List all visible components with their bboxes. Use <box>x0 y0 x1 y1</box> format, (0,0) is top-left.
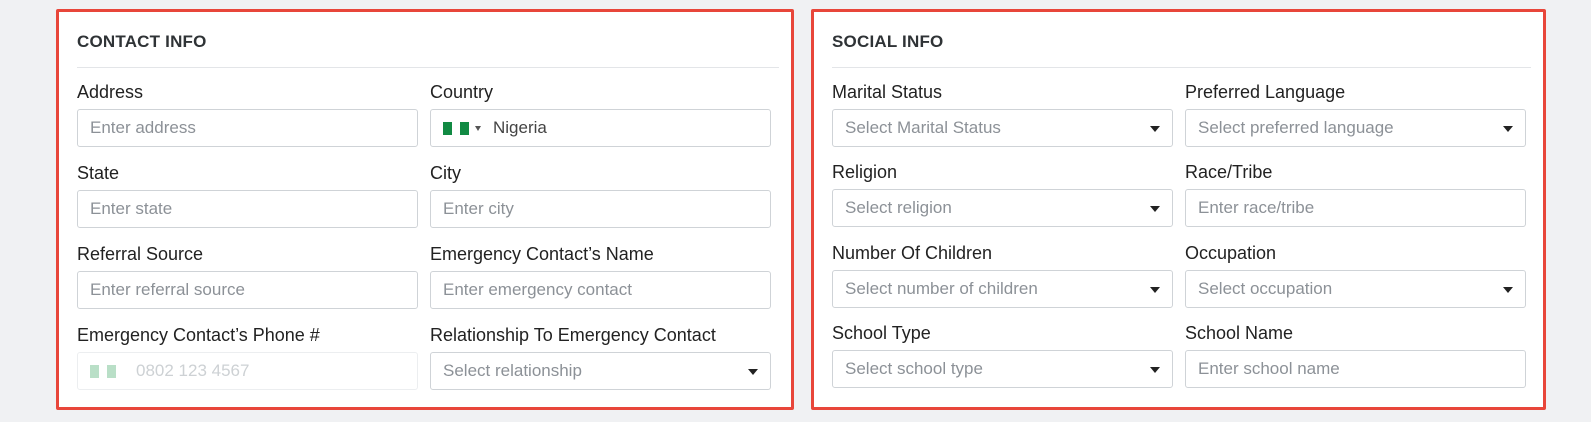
preferred-language-field: Preferred Language Select preferred lang… <box>1185 81 1526 147</box>
school-type-placeholder: Select school type <box>845 359 983 378</box>
chevron-down-icon[interactable] <box>1150 126 1160 132</box>
marital-status-field: Marital Status Select Marital Status <box>832 81 1173 147</box>
country-field: Country Nigeria <box>430 81 771 147</box>
chevron-down-icon[interactable] <box>1150 287 1160 293</box>
school-type-field: School Type Select school type <box>832 322 1173 388</box>
school-name-input[interactable]: Enter school name <box>1185 350 1526 388</box>
relationship-label: Relationship To Emergency Contact <box>430 325 716 345</box>
race-tribe-placeholder: Enter race/tribe <box>1198 198 1315 217</box>
emergency-contact-name-input[interactable]: Enter emergency contact <box>430 271 771 309</box>
chevron-down-icon[interactable] <box>1503 287 1513 293</box>
relationship-select[interactable]: Select relationship <box>430 352 771 390</box>
preferred-language-label: Preferred Language <box>1185 82 1346 102</box>
referral-source-field: Referral Source Enter referral source <box>77 243 418 309</box>
divider <box>832 67 1531 68</box>
chevron-down-icon[interactable] <box>748 369 758 375</box>
country-value: Nigeria <box>493 118 547 137</box>
marital-status-placeholder: Select Marital Status <box>845 118 1001 137</box>
address-label: Address <box>77 82 144 102</box>
city-label: City <box>430 163 461 183</box>
social-info-panel: SOCIAL INFO Marital Status Select Marita… <box>811 9 1546 410</box>
religion-select[interactable]: Select religion <box>832 189 1173 227</box>
state-field: State Enter state <box>77 162 418 228</box>
referral-source-input[interactable]: Enter referral source <box>77 271 418 309</box>
state-placeholder: Enter state <box>90 199 173 218</box>
chevron-down-icon[interactable] <box>1150 206 1160 212</box>
nigeria-flag-icon <box>90 364 117 378</box>
number-of-children-label: Number Of Children <box>832 243 993 263</box>
address-field: Address Enter address <box>77 81 418 147</box>
city-field: City Enter city <box>430 162 771 228</box>
country-label: Country <box>430 82 494 102</box>
city-input[interactable]: Enter city <box>430 190 771 228</box>
referral-source-label: Referral Source <box>77 244 204 264</box>
nigeria-flag-icon[interactable] <box>443 121 470 135</box>
preferred-language-select[interactable]: Select preferred language <box>1185 109 1526 147</box>
state-label: State <box>77 163 120 183</box>
emergency-contact-phone-field: Emergency Contact’s Phone # 0802 123 456… <box>77 324 418 390</box>
state-input[interactable]: Enter state <box>77 190 418 228</box>
race-tribe-label: Race/Tribe <box>1185 162 1273 182</box>
contact-info-panel: CONTACT INFO Address Enter address Count… <box>56 9 794 410</box>
contact-info-title: CONTACT INFO <box>77 32 207 51</box>
referral-source-placeholder: Enter referral source <box>90 280 245 299</box>
school-name-field: School Name Enter school name <box>1185 322 1526 388</box>
emergency-contact-phone-input[interactable]: 0802 123 4567 <box>77 352 418 390</box>
race-tribe-input[interactable]: Enter race/tribe <box>1185 189 1526 227</box>
relationship-field: Relationship To Emergency Contact Select… <box>430 324 771 390</box>
emergency-contact-name-field: Emergency Contact’s Name Enter emergency… <box>430 243 771 309</box>
country-select[interactable]: Nigeria <box>430 109 771 147</box>
marital-status-select[interactable]: Select Marital Status <box>832 109 1173 147</box>
occupation-field: Occupation Select occupation <box>1185 242 1526 308</box>
emergency-contact-name-label: Emergency Contact’s Name <box>430 244 654 264</box>
religion-field: Religion Select religion <box>832 161 1173 227</box>
emergency-contact-name-placeholder: Enter emergency contact <box>443 280 632 299</box>
school-name-label: School Name <box>1185 323 1294 343</box>
divider <box>77 67 779 68</box>
number-of-children-placeholder: Select number of children <box>845 279 1038 298</box>
emergency-contact-phone-placeholder: 0802 123 4567 <box>136 361 250 380</box>
religion-placeholder: Select religion <box>845 198 952 217</box>
emergency-contact-phone-label: Emergency Contact’s Phone # <box>77 325 320 345</box>
religion-label: Religion <box>832 162 898 182</box>
preferred-language-placeholder: Select preferred language <box>1198 118 1394 137</box>
social-info-title: SOCIAL INFO <box>832 32 944 51</box>
flag-dropdown-caret-icon[interactable] <box>475 125 481 131</box>
school-type-label: School Type <box>832 323 931 343</box>
occupation-label: Occupation <box>1185 243 1277 263</box>
occupation-select[interactable]: Select occupation <box>1185 270 1526 308</box>
number-of-children-field: Number Of Children Select number of chil… <box>832 242 1173 308</box>
marital-status-label: Marital Status <box>832 82 943 102</box>
chevron-down-icon[interactable] <box>1150 367 1160 373</box>
school-type-select[interactable]: Select school type <box>832 350 1173 388</box>
city-placeholder: Enter city <box>443 199 514 218</box>
school-name-placeholder: Enter school name <box>1198 359 1340 378</box>
address-placeholder: Enter address <box>90 118 196 137</box>
number-of-children-select[interactable]: Select number of children <box>832 270 1173 308</box>
occupation-placeholder: Select occupation <box>1198 279 1333 298</box>
race-tribe-field: Race/Tribe Enter race/tribe <box>1185 161 1526 227</box>
relationship-placeholder: Select relationship <box>443 361 582 380</box>
address-input[interactable]: Enter address <box>77 109 418 147</box>
chevron-down-icon[interactable] <box>1503 126 1513 132</box>
